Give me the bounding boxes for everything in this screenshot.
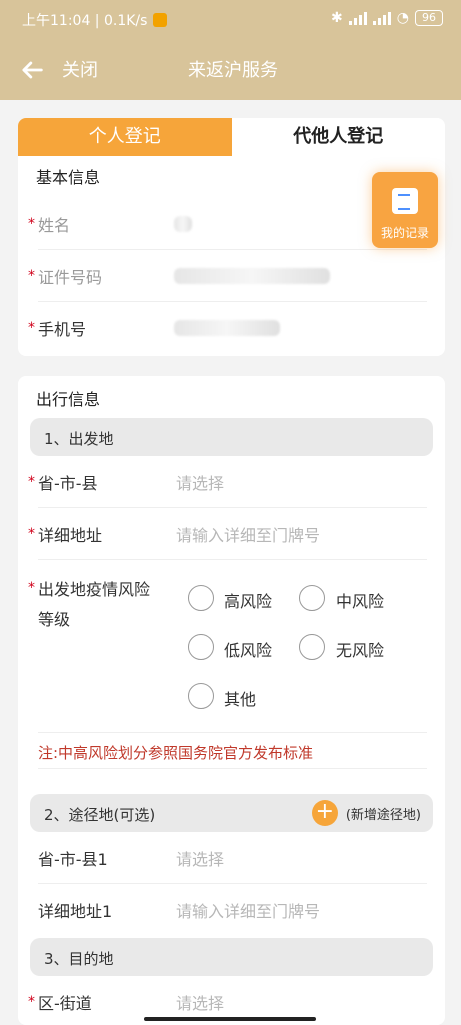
tab-personal[interactable]: 个人登记 xyxy=(18,118,232,156)
departure-address-field[interactable]: * 详细地址 请输入详细至门牌号 xyxy=(18,508,445,560)
risk-none-label: 无风险 xyxy=(336,641,385,660)
risk-medium-label: 中风险 xyxy=(336,592,385,611)
basic-info-title: 基本信息 xyxy=(36,168,101,187)
destination-header: 3、目的地 xyxy=(30,938,433,976)
transit-province-field[interactable]: 省-市-县1 请选择 xyxy=(18,832,445,884)
required-mark: * xyxy=(28,320,35,336)
risk-level-label-line2: 等级 xyxy=(38,610,71,629)
transit-province-label: 省-市-县1 xyxy=(38,850,108,869)
my-records-button[interactable]: 我的记录 xyxy=(372,172,438,248)
transit-address-field[interactable]: 详细地址1 请输入详细至门牌号 xyxy=(18,884,445,936)
risk-other-radio[interactable] xyxy=(188,683,214,709)
required-mark: * xyxy=(28,216,35,232)
bluetooth-icon: ✱ xyxy=(331,10,343,26)
destination-district-placeholder: 请选择 xyxy=(176,994,225,1013)
departure-province-field[interactable]: * 省-市-县 请选择 xyxy=(18,456,445,508)
back-arrow-icon[interactable] xyxy=(18,56,46,84)
required-mark: * xyxy=(28,526,35,542)
risk-low-label: 低风险 xyxy=(224,641,273,660)
navigation-header: 关闭 来返沪服务 xyxy=(0,40,461,100)
signal-icon-2 xyxy=(372,11,391,25)
my-records-label: 我的记录 xyxy=(380,226,429,240)
travel-info-title: 出行信息 xyxy=(36,390,101,409)
required-mark: * xyxy=(28,474,35,490)
departure-province-label: 省-市-县 xyxy=(38,474,98,493)
transit-province-placeholder: 请选择 xyxy=(176,850,225,869)
phone-field[interactable]: * 手机号 xyxy=(18,302,445,354)
travel-info-card: 出行信息 1、出发地 * 省-市-县 请选择 * 详细地址 请输入详细至门牌号 … xyxy=(18,376,445,1025)
departure-address-label: 详细地址 xyxy=(38,526,103,545)
close-button[interactable]: 关闭 xyxy=(62,56,98,82)
phone-value-blurred xyxy=(174,320,280,336)
status-bar: 上午11:04 | 0.1K/s ✱ ◔ 96 xyxy=(0,0,461,40)
required-mark: * xyxy=(28,994,35,1010)
add-transit-button[interactable]: + (新增途径地) xyxy=(311,800,421,826)
transit-address-placeholder: 请输入详细至门牌号 xyxy=(176,902,321,921)
registration-tabs: 个人登记 代他人登记 xyxy=(18,118,445,156)
divider xyxy=(38,732,427,733)
required-mark: * xyxy=(28,580,35,596)
phone-label: 手机号 xyxy=(38,320,87,339)
risk-level-label-line1: 出发地疫情风险 xyxy=(38,580,151,599)
departure-header-label: 1、出发地 xyxy=(44,430,114,448)
wifi-icon: ◔ xyxy=(396,10,409,26)
destination-header-label: 3、目的地 xyxy=(44,950,114,968)
transit-header: 2、途径地(可选) + (新增途径地) xyxy=(30,794,433,832)
departure-header: 1、出发地 xyxy=(30,418,433,456)
risk-none-radio[interactable] xyxy=(299,634,325,660)
risk-note: 注:中高风险划分参照国务院官方发布标准 xyxy=(38,744,314,762)
transit-address-label: 详细地址1 xyxy=(38,902,113,921)
plus-icon: + xyxy=(311,800,338,826)
required-mark: * xyxy=(28,268,35,284)
divider xyxy=(38,768,427,769)
top-bar: 上午11:04 | 0.1K/s ✱ ◔ 96 关闭 来返沪服务 xyxy=(0,0,461,100)
page-title: 来返沪服务 xyxy=(188,60,278,81)
add-transit-label: (新增途径地) xyxy=(345,807,421,823)
tab-others[interactable]: 代他人登记 xyxy=(231,118,445,156)
risk-high-label: 高风险 xyxy=(224,592,273,611)
risk-low-radio[interactable] xyxy=(188,634,214,660)
departure-address-placeholder: 请输入详细至门牌号 xyxy=(176,526,321,545)
id-number-field[interactable]: * 证件号码 xyxy=(18,250,445,302)
departure-province-placeholder: 请选择 xyxy=(176,474,225,493)
transit-header-label: 2、途径地(可选) xyxy=(44,806,156,824)
clipboard-icon xyxy=(392,188,418,214)
app-notification-icon xyxy=(153,13,168,27)
risk-high-radio[interactable] xyxy=(188,585,214,611)
risk-other-label: 其他 xyxy=(224,690,257,709)
name-value-blurred xyxy=(174,216,192,232)
battery-icon: 96 xyxy=(415,10,443,26)
id-number-value-blurred xyxy=(174,268,330,284)
risk-medium-radio[interactable] xyxy=(299,585,325,611)
destination-district-label: 区-街道 xyxy=(38,994,92,1013)
name-label: 姓名 xyxy=(38,216,71,235)
status-time: 上午11:04 | 0.1K/s xyxy=(22,13,148,29)
signal-icon xyxy=(348,11,367,25)
divider xyxy=(38,559,427,560)
home-indicator xyxy=(144,1017,316,1021)
id-number-label: 证件号码 xyxy=(38,268,103,287)
